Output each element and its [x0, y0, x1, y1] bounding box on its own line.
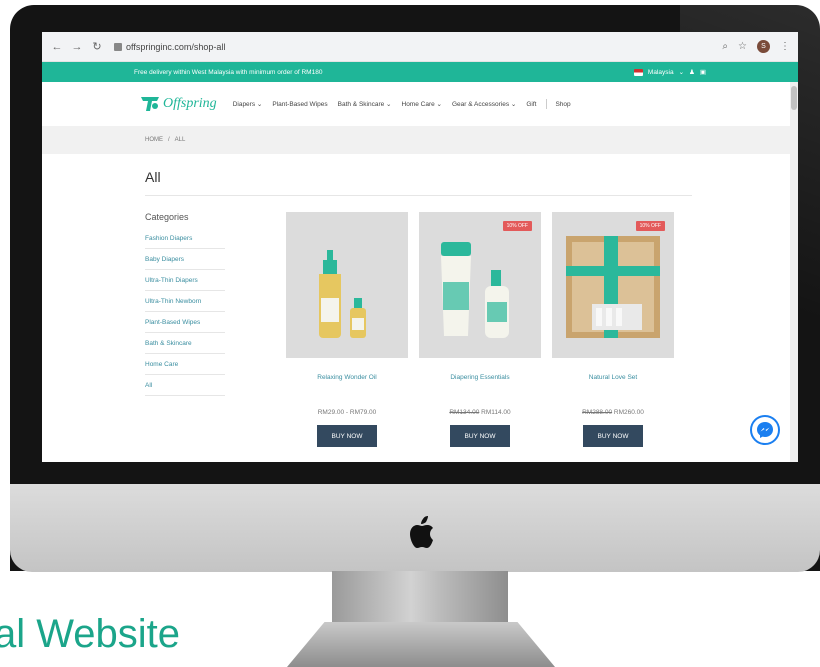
- imac-stand-neck: [332, 571, 508, 623]
- offspring-logo[interactable]: Offspring: [140, 95, 217, 113]
- product-price: RM29.00 - RM79.00: [286, 409, 408, 416]
- category-ultra-thin-diapers[interactable]: Ultra-Thin Diapers: [145, 270, 225, 291]
- product-image[interactable]: 10% OFF: [552, 212, 674, 358]
- categories-sidebar: Categories Fashion Diapers Baby Diapers …: [145, 212, 225, 396]
- nav-plant-based-wipes[interactable]: Plant-Based Wipes: [272, 101, 327, 108]
- star-icon[interactable]: ☆: [738, 41, 747, 52]
- product-card: 10% OFF Diapering Essentials RM134.00 RM…: [419, 212, 541, 447]
- product-name[interactable]: Diapering Essentials: [419, 374, 541, 381]
- categories-heading: Categories: [145, 212, 189, 222]
- stage: al Website ← → ↻ offspringinc.com/shop-a…: [0, 0, 820, 667]
- screen: ← → ↻ offspringinc.com/shop-all ⌕ ☆ S ⋮ …: [42, 32, 798, 462]
- chevron-down-icon: ⌄: [678, 69, 685, 76]
- product-name[interactable]: Natural Love Set: [552, 374, 674, 381]
- page-title: All: [145, 169, 161, 185]
- nav-gift[interactable]: Gift: [526, 101, 536, 108]
- category-bath-skincare[interactable]: Bath & Skincare: [145, 333, 225, 354]
- menu-dots-icon[interactable]: ⋮: [780, 41, 790, 52]
- breadcrumb-home[interactable]: HOME: [145, 137, 163, 143]
- reload-icon[interactable]: ↻: [90, 40, 104, 53]
- nav-home-care[interactable]: Home Care ⌄: [402, 100, 443, 108]
- apple-logo-icon: [410, 516, 433, 548]
- messenger-icon: [757, 422, 773, 438]
- category-baby-diapers[interactable]: Baby Diapers: [145, 249, 225, 270]
- forward-icon[interactable]: →: [70, 41, 84, 53]
- price-current: RM29.00 - RM79.00: [317, 409, 377, 416]
- diapering-essentials-image: [441, 242, 509, 338]
- promo-text: Free delivery within West Malaysia with …: [134, 68, 323, 76]
- messenger-chat-button[interactable]: [750, 415, 780, 445]
- price-original: RM134.00: [449, 409, 480, 416]
- wonder-oil-bottles-image: [319, 250, 366, 338]
- breadcrumb: HOME / ALL: [42, 126, 798, 154]
- browser-actions: ⌕ ☆ S ⋮: [722, 40, 790, 53]
- cart-icon[interactable]: ▣: [700, 68, 706, 76]
- title-divider: [145, 195, 692, 196]
- main-navigation: Offspring Diapers ⌄ Plant-Based Wipes Ba…: [42, 82, 798, 126]
- browser-toolbar: ← → ↻ offspringinc.com/shop-all ⌕ ☆ S ⋮: [42, 32, 798, 62]
- product-price: RM134.00 RM114.00: [419, 409, 541, 416]
- product-price: RM288.00 RM260.00: [552, 409, 674, 416]
- page-scrollbar[interactable]: [790, 82, 798, 462]
- nav-shop[interactable]: Shop: [555, 101, 570, 108]
- category-all[interactable]: All: [145, 375, 225, 396]
- buy-now-button[interactable]: BUY NOW: [583, 425, 643, 447]
- category-plant-based-wipes[interactable]: Plant-Based Wipes: [145, 312, 225, 333]
- lock-icon: [114, 42, 122, 51]
- nav-bath-skincare[interactable]: Bath & Skincare ⌄: [338, 100, 392, 108]
- offspring-logo-icon: [141, 97, 159, 111]
- product-card: Relaxing Wonder Oil RM29.00 - RM79.00 BU…: [286, 212, 408, 447]
- category-home-care[interactable]: Home Care: [145, 354, 225, 375]
- profile-avatar[interactable]: S: [757, 40, 770, 53]
- promo-actions: Malaysia ⌄ ♟ ▣: [633, 68, 706, 76]
- imac-stand-base: [287, 622, 555, 667]
- product-image[interactable]: [286, 212, 408, 358]
- logo-text: Offspring: [163, 96, 217, 111]
- caption-text: al Website: [0, 612, 181, 656]
- product-card: 10% OFF Natural Love Set RM288.00 RM260.…: [552, 212, 674, 447]
- price-current: RM260.00: [613, 409, 644, 416]
- breadcrumb-separator: /: [168, 137, 170, 143]
- buy-now-button[interactable]: BUY NOW: [317, 425, 377, 447]
- zoom-icon[interactable]: ⌕: [722, 41, 728, 52]
- address-bar[interactable]: offspringinc.com/shop-all: [126, 42, 722, 52]
- category-fashion-diapers[interactable]: Fashion Diapers: [145, 228, 225, 249]
- price-current: RM114.00: [481, 409, 511, 416]
- discount-badge: 10% OFF: [502, 221, 532, 231]
- price-original: RM288.00: [582, 409, 613, 416]
- user-icon[interactable]: ♟: [689, 68, 695, 76]
- country-selector[interactable]: Malaysia: [648, 69, 674, 76]
- nav-diapers[interactable]: Diapers ⌄: [233, 100, 263, 108]
- product-name[interactable]: Relaxing Wonder Oil: [286, 374, 408, 381]
- promo-bar: Free delivery within West Malaysia with …: [42, 62, 798, 82]
- nav-divider: [546, 99, 548, 109]
- back-icon[interactable]: ←: [50, 41, 64, 53]
- scrollbar-thumb[interactable]: [791, 86, 797, 110]
- product-image[interactable]: 10% OFF: [419, 212, 541, 358]
- discount-badge: 10% OFF: [635, 221, 665, 231]
- category-ultra-thin-newborn[interactable]: Ultra-Thin Newborn: [145, 291, 225, 312]
- nav-gear-accessories[interactable]: Gear & Accessories ⌄: [452, 100, 516, 108]
- natural-love-set-image: [566, 236, 660, 338]
- buy-now-button[interactable]: BUY NOW: [450, 425, 510, 447]
- breadcrumb-current: ALL: [174, 137, 186, 143]
- malaysia-flag-icon: [633, 68, 643, 76]
